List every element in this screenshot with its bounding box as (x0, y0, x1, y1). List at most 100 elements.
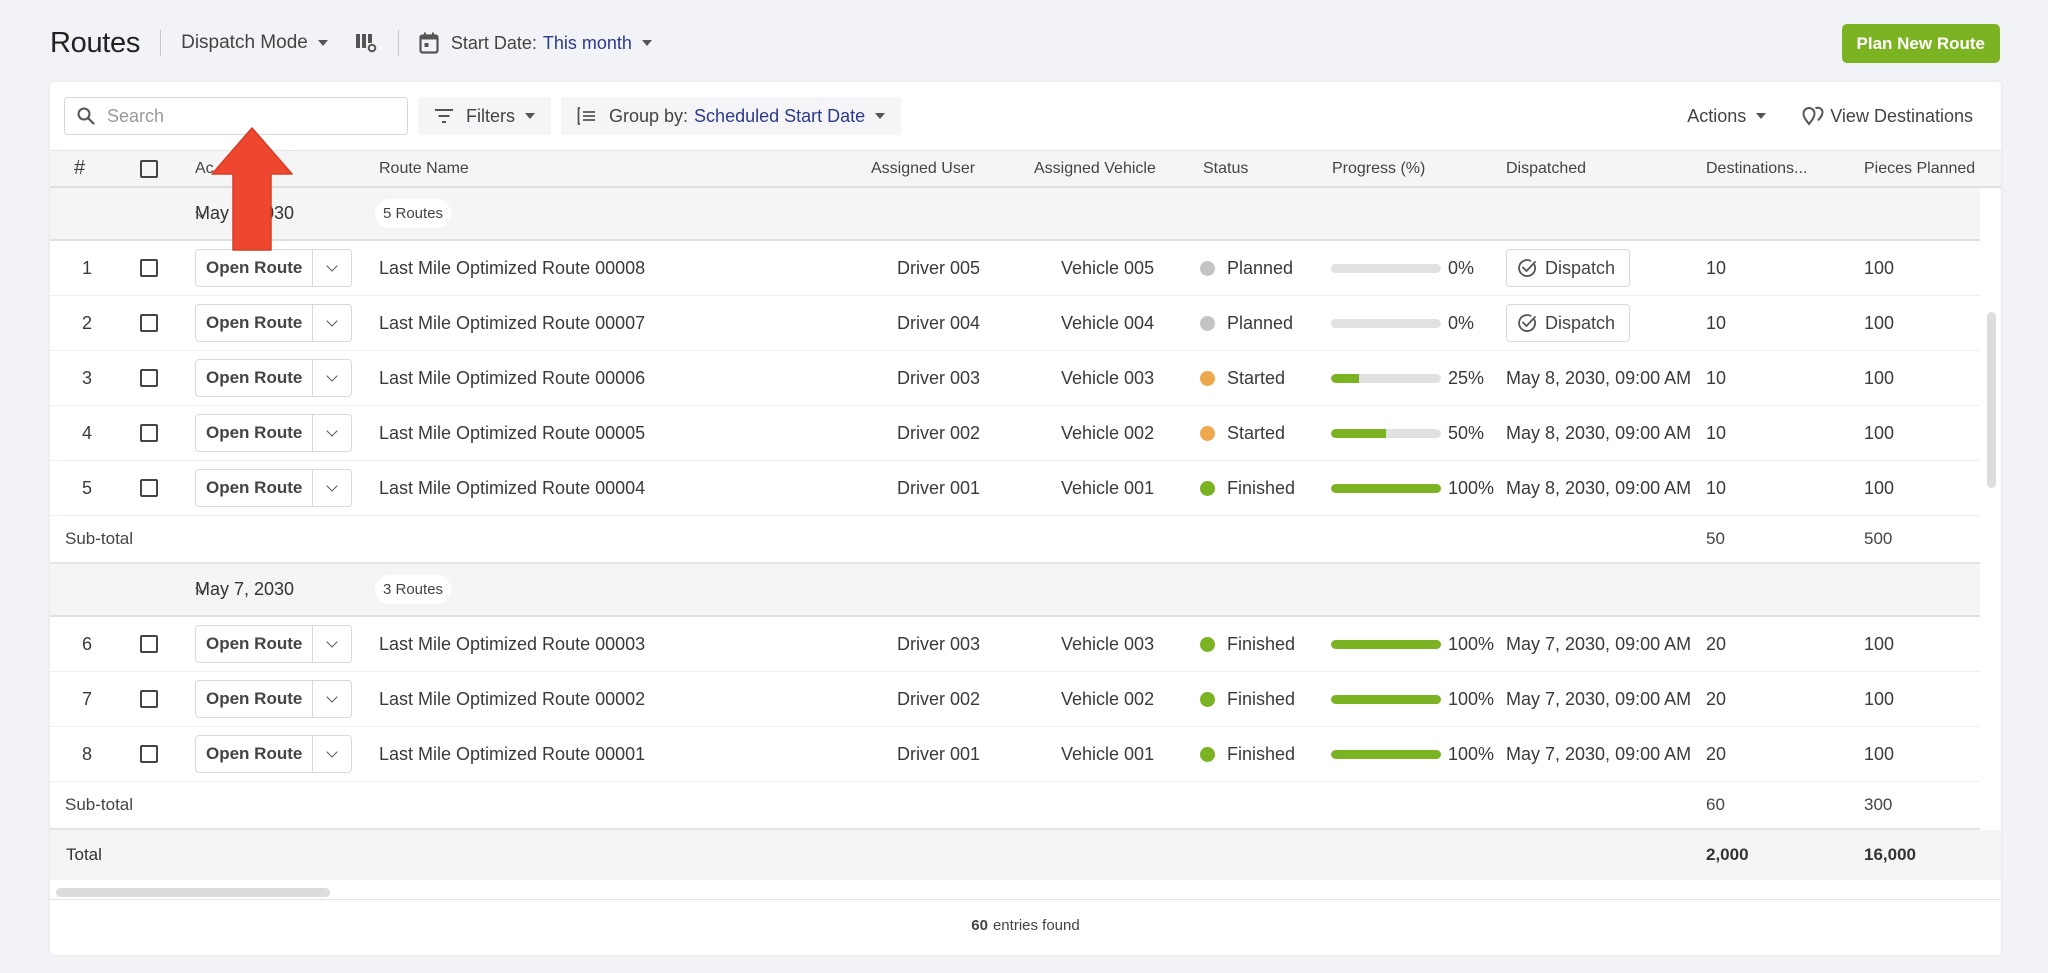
open-route-dropdown-button[interactable] (313, 415, 351, 451)
column-header-status[interactable]: Status (1203, 160, 1248, 178)
open-route-dropdown-button[interactable] (313, 360, 351, 396)
open-route-button[interactable]: Open Route (196, 736, 314, 772)
open-route-split-button[interactable]: Open Route (195, 735, 353, 773)
pieces-planned: 100 (1864, 312, 1895, 333)
open-route-split-button[interactable]: Open Route (195, 680, 353, 718)
destinations-count: 10 (1706, 422, 1727, 443)
dispatched-time: May 8, 2030, 09:00 AM (1506, 367, 1692, 388)
row-checkbox[interactable] (140, 479, 158, 497)
route-name[interactable]: Last Mile Optimized Route 00004 (379, 478, 645, 499)
checkbox[interactable] (140, 369, 158, 387)
route-name[interactable]: Last Mile Optimized Route 00008 (379, 258, 645, 279)
open-route-split-button[interactable]: Open Route (195, 304, 353, 342)
table-row[interactable]: 4 Open Route Last Mile Optimized Route 0… (50, 406, 1980, 461)
open-route-split-button[interactable]: Open Route (195, 625, 353, 663)
route-name[interactable]: Last Mile Optimized Route 00006 (379, 368, 645, 389)
open-route-split-button[interactable]: Open Route (195, 469, 353, 507)
open-route-dropdown-button[interactable] (313, 305, 351, 341)
row-checkbox[interactable] (140, 259, 158, 277)
open-route-button[interactable]: Open Route (196, 626, 314, 662)
column-header-assigned-vehicle[interactable]: Assigned Vehicle (1034, 160, 1156, 178)
destinations-count: 10 (1706, 312, 1727, 333)
status-dot-icon (1200, 370, 1215, 386)
route-name[interactable]: Last Mile Optimized Route 00002 (379, 689, 645, 710)
row-checkbox[interactable] (140, 635, 158, 653)
row-checkbox[interactable] (140, 745, 158, 763)
open-route-split-button[interactable]: Open Route (195, 359, 353, 397)
checkbox[interactable] (140, 745, 158, 763)
checkbox[interactable] (140, 259, 158, 277)
total-row: Total 2,000 16,000 (50, 830, 2001, 880)
table-row[interactable]: 7 Open Route Last Mile Optimized Route 0… (50, 672, 1980, 727)
column-header-progress[interactable]: Progress (%) (1332, 160, 1425, 178)
checkbox[interactable] (140, 479, 158, 497)
table-row[interactable]: 5 Open Route Last Mile Optimized Route 0… (50, 461, 1980, 516)
view-destinations-button[interactable]: View Destinations (1802, 106, 1973, 127)
dispatch-mode-select[interactable]: Dispatch Mode (181, 32, 328, 54)
table-row[interactable]: 2 Open Route Last Mile Optimized Route 0… (50, 296, 1980, 351)
chevron-down-icon (326, 746, 339, 758)
column-header-assigned-user[interactable]: Assigned User (871, 160, 975, 178)
annotation-arrow-icon (211, 127, 293, 251)
start-date-filter[interactable]: Start Date: This month (419, 32, 652, 54)
dispatch-button[interactable]: Dispatch (1506, 249, 1631, 287)
open-route-dropdown-button[interactable] (313, 470, 351, 506)
checkbox[interactable] (140, 159, 158, 178)
row-checkbox[interactable] (140, 690, 158, 708)
route-name[interactable]: Last Mile Optimized Route 00005 (379, 423, 645, 444)
route-name[interactable]: Last Mile Optimized Route 00007 (379, 313, 645, 334)
horizontal-scroll-track (50, 880, 2001, 900)
open-route-dropdown-button[interactable] (313, 626, 351, 662)
status-badge: Finished (1200, 478, 1295, 499)
search-input[interactable] (107, 105, 395, 127)
progress-percent: 50% (1448, 422, 1485, 443)
group-by-button[interactable]: Group by: Scheduled Start Date (561, 97, 902, 135)
route-name[interactable]: Last Mile Optimized Route 00001 (379, 744, 645, 765)
actions-menu-button[interactable]: Actions (1687, 106, 1767, 127)
assigned-vehicle: Vehicle 001 (1061, 477, 1155, 498)
open-route-dropdown-button[interactable] (313, 681, 351, 717)
chevron-down-icon (326, 260, 339, 272)
open-route-split-button[interactable]: Open Route (195, 249, 353, 287)
table-row[interactable]: 6 Open Route Last Mile Optimized Route 0… (50, 617, 1980, 672)
select-all-checkbox[interactable] (140, 159, 158, 178)
column-header-dispatched[interactable]: Dispatched (1506, 160, 1586, 178)
vertical-scrollbar[interactable] (1987, 312, 1996, 488)
column-header-route-name[interactable]: Route Name (379, 160, 469, 178)
open-route-dropdown-button[interactable] (313, 736, 351, 772)
search-icon (77, 107, 95, 125)
open-route-split-button[interactable]: Open Route (195, 414, 353, 452)
open-route-button[interactable]: Open Route (196, 250, 314, 286)
dispatch-button[interactable]: Dispatch (1506, 304, 1631, 342)
table-header: # Ac Route Name Assigned User Assigned V… (50, 150, 2001, 188)
table-row[interactable]: 8 Open Route Last Mile Optimized Route 0… (50, 727, 1980, 782)
row-checkbox[interactable] (140, 314, 158, 332)
open-route-button[interactable]: Open Route (196, 360, 314, 396)
checkbox[interactable] (140, 314, 158, 332)
open-route-button[interactable]: Open Route (196, 470, 314, 506)
destinations-count: 20 (1706, 633, 1727, 654)
column-header-pieces-planned[interactable]: Pieces Planned (1864, 160, 1975, 178)
checkbox[interactable] (140, 690, 158, 708)
open-route-button[interactable]: Open Route (196, 415, 314, 451)
checkbox[interactable] (140, 424, 158, 442)
pieces-planned: 100 (1864, 367, 1895, 388)
filters-button[interactable]: Filters (418, 97, 551, 135)
plan-new-route-button[interactable]: Plan New Route (1841, 23, 2000, 63)
table-row[interactable]: 3 Open Route Last Mile Optimized Route 0… (50, 351, 1980, 406)
open-route-button[interactable]: Open Route (196, 305, 314, 341)
table-row[interactable]: 1 Open Route Last Mile Optimized Route 0… (50, 241, 1980, 296)
filter-icon (435, 109, 453, 123)
open-route-button[interactable]: Open Route (196, 681, 314, 717)
caret-down-icon (525, 113, 535, 119)
route-name[interactable]: Last Mile Optimized Route 00003 (379, 634, 645, 655)
column-header-destinations[interactable]: Destinations... (1706, 160, 1807, 178)
row-checkbox[interactable] (140, 424, 158, 442)
group-by-label: Group by: (609, 105, 689, 126)
entries-label: entries found (992, 916, 1080, 934)
row-checkbox[interactable] (140, 369, 158, 387)
horizontal-scrollbar[interactable] (56, 888, 330, 897)
open-route-dropdown-button[interactable] (313, 250, 351, 286)
column-settings-button[interactable] (354, 31, 378, 55)
checkbox[interactable] (140, 635, 158, 653)
